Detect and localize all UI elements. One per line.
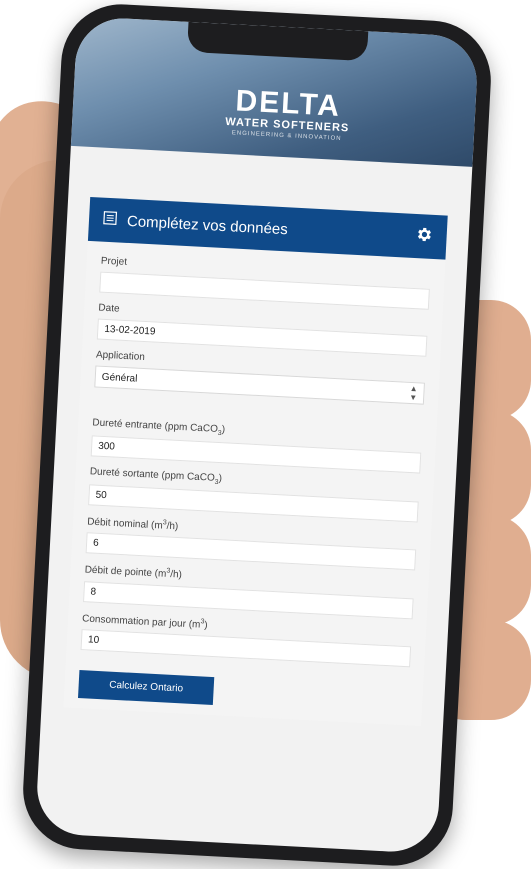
calculate-button[interactable]: Calculez Ontario	[78, 670, 214, 705]
phone-screen: DELTA WATER SOFTENERS ENGINEERING & INNO…	[35, 16, 479, 854]
data-form: Projet Date Application Général ▲▼	[63, 241, 445, 726]
phone-frame: DELTA WATER SOFTENERS ENGINEERING & INNO…	[20, 1, 494, 868]
brand-logo: DELTA WATER SOFTENERS ENGINEERING & INNO…	[202, 85, 374, 144]
card-title: Complétez vos données	[127, 212, 415, 244]
field-debit-pointe: Débit de pointe (m3/h)	[83, 564, 415, 620]
form-icon	[103, 210, 118, 230]
field-debit-nominal: Débit nominal (m3/h)	[86, 515, 418, 571]
form-card: Complétez vos données Projet Date	[63, 197, 447, 726]
content: Complétez vos données Projet Date	[42, 146, 473, 727]
field-projet: Projet	[99, 256, 430, 310]
gear-icon[interactable]	[414, 224, 433, 248]
application-value: Général	[102, 371, 138, 384]
field-date: Date	[97, 303, 428, 357]
field-durete-sortante: Dureté sortante (ppm CaCO3)	[88, 466, 420, 522]
field-application: Application Général ▲▼	[94, 349, 426, 404]
field-consommation: Consommation par jour (m3)	[81, 612, 413, 668]
select-caret-icon: ▲▼	[409, 384, 418, 402]
